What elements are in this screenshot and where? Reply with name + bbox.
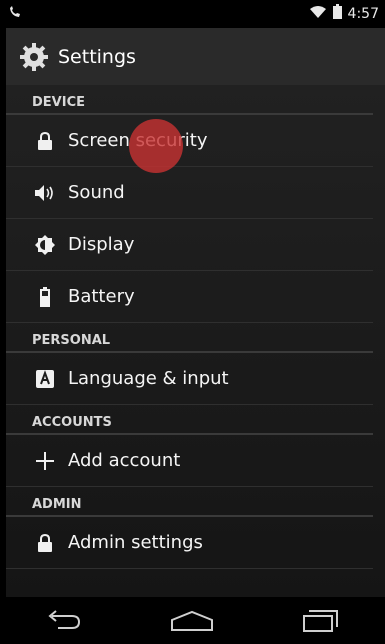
keyboard-a-icon [34,368,56,390]
touch-indicator [129,119,183,173]
status-bar: 4:57 [0,0,385,28]
recent-apps-icon[interactable] [291,606,351,636]
settings-item-label: Sound [68,182,125,203]
section-header-personal: PERSONAL [6,323,373,353]
settings-gear-icon[interactable] [20,42,48,71]
settings-item-battery[interactable]: Battery [6,271,373,323]
speaker-icon [34,182,56,204]
wifi-icon [309,5,327,23]
battery-status-icon [332,4,342,23]
settings-item-label: Display [68,234,135,255]
action-bar: Settings [6,28,385,85]
settings-item-screen-security[interactable]: Screen security [6,115,373,167]
settings-item-label: Admin settings [68,532,203,553]
back-icon[interactable] [34,606,94,636]
battery-icon [34,286,56,308]
settings-item-label: Add account [68,450,181,471]
settings-item-admin-settings[interactable]: Admin settings [6,517,373,569]
device-screen: 4:57 Settings DEVICE Screen Sound Displa… [0,0,385,644]
settings-item-sound[interactable]: Sound [6,167,373,219]
settings-item-display[interactable]: Display [6,219,373,271]
plus-icon [34,450,56,472]
section-header-accounts: ACCOUNTS [6,405,373,435]
missed-call-icon [8,5,22,23]
lock-icon [34,130,56,152]
home-icon[interactable] [162,606,222,636]
section-header-admin: ADMIN [6,487,373,517]
settings-item-label: Language & input [68,368,229,389]
settings-item-add-account[interactable]: Add account [6,435,373,487]
settings-list: DEVICE Screen security Sound Display Bat… [6,85,385,597]
brightness-icon [34,234,56,256]
section-header-device: DEVICE [6,85,373,115]
settings-item-label: Battery [68,286,135,307]
lock-icon [34,532,56,554]
settings-item-language-input[interactable]: Language & input [6,353,373,405]
navigation-bar [0,597,385,644]
clock: 4:57 [347,5,379,22]
page-title: Settings [58,45,136,68]
